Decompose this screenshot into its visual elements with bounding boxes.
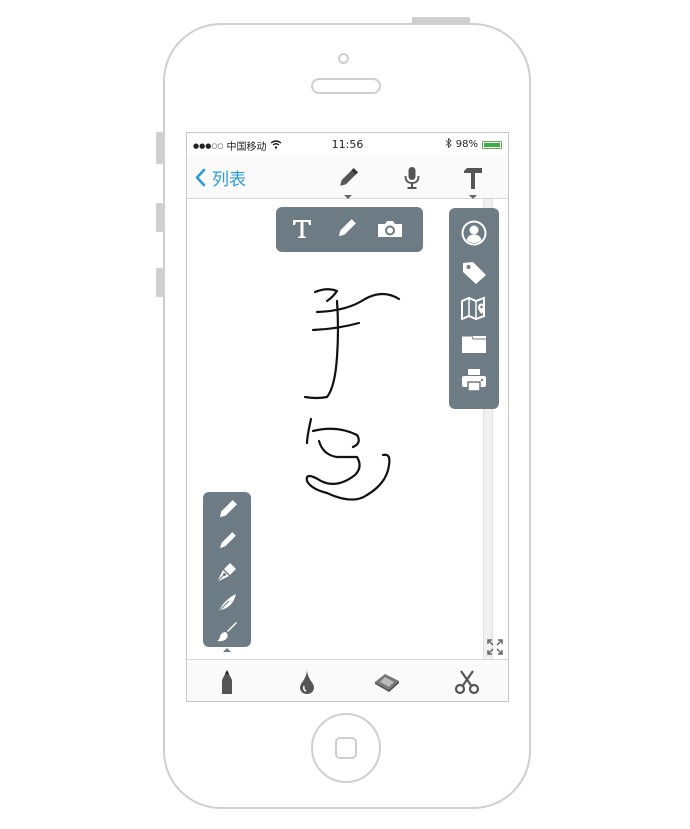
battery-level xyxy=(484,142,500,147)
ink-drop-icon[interactable] xyxy=(293,668,321,696)
status-bar: ●●●○○ 中国移动 11:56 98% xyxy=(187,133,508,155)
pencil-tool-icon[interactable] xyxy=(213,668,241,696)
brush-popup xyxy=(203,492,251,647)
back-button[interactable]: 列表 xyxy=(195,165,246,190)
earpiece-speaker xyxy=(311,78,381,94)
chevron-left-icon xyxy=(195,168,206,187)
tools-popup xyxy=(449,208,499,409)
front-camera xyxy=(338,53,349,64)
bottom-toolbar xyxy=(187,659,508,701)
expand-icon[interactable] xyxy=(486,638,504,656)
navigation-bar: 列表 xyxy=(187,155,508,199)
printer-icon[interactable] xyxy=(460,366,488,394)
home-button-square xyxy=(335,737,357,759)
pencil-icon[interactable] xyxy=(215,498,239,522)
back-label: 列表 xyxy=(212,170,246,190)
bluetooth-icon xyxy=(445,137,452,151)
hammer-icon[interactable] xyxy=(460,165,486,191)
pencil-icon[interactable] xyxy=(335,165,361,191)
scissors-icon[interactable] xyxy=(453,668,481,696)
brush-popup-pointer xyxy=(223,648,231,652)
volume-up-button xyxy=(156,203,163,232)
fountain-pen-icon[interactable] xyxy=(215,560,239,584)
volume-down-button xyxy=(156,268,163,297)
mute-switch xyxy=(156,132,163,164)
folder-icon[interactable] xyxy=(460,332,488,356)
drawing-canvas[interactable]: 手写 xyxy=(187,199,508,659)
contact-icon[interactable] xyxy=(460,219,488,247)
camera-icon[interactable] xyxy=(376,218,404,240)
brush-icon[interactable] xyxy=(215,620,239,644)
tag-icon[interactable] xyxy=(460,258,488,286)
pencil-alt-icon[interactable] xyxy=(215,529,239,553)
microphone-icon[interactable] xyxy=(399,165,425,191)
map-location-icon[interactable] xyxy=(460,295,488,323)
text-icon[interactable] xyxy=(290,217,314,241)
insert-popup xyxy=(276,207,423,252)
battery-icon xyxy=(482,140,502,149)
feather-icon[interactable] xyxy=(215,591,239,615)
eraser-icon[interactable] xyxy=(373,668,401,696)
pencil-icon[interactable] xyxy=(334,217,358,241)
app-screen: ●●●○○ 中国移动 11:56 98% 列表 xyxy=(186,132,509,702)
battery-percent: 98% xyxy=(455,139,478,150)
home-button[interactable] xyxy=(311,713,381,783)
